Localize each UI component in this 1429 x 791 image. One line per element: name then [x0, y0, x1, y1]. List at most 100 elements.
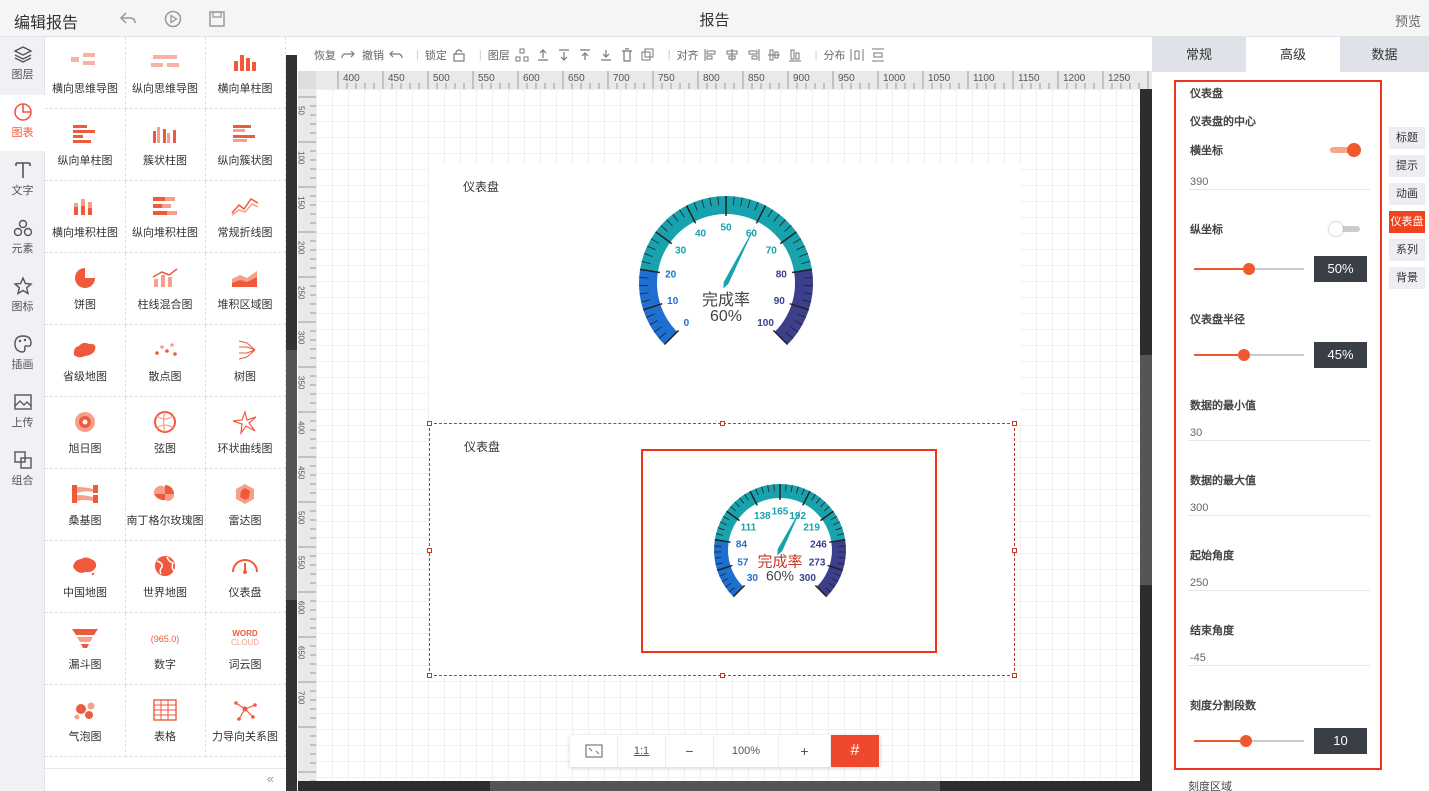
distribute-h-icon[interactable]: [850, 48, 864, 62]
preview-button[interactable]: 预览: [1395, 11, 1421, 30]
sidebar-item-text[interactable]: 文字: [0, 153, 45, 209]
radius-slider[interactable]: [1194, 349, 1304, 361]
x-coordinate-value[interactable]: 390: [1190, 176, 1208, 188]
chart-type-item[interactable]: 纵向堆积柱图: [125, 181, 206, 253]
chart-type-item[interactable]: 旭日图: [45, 397, 126, 469]
align-center-h-icon[interactable]: [725, 48, 739, 62]
chart-type-item[interactable]: 世界地图: [125, 541, 206, 613]
chart-type-item[interactable]: 力导向关系图: [205, 685, 286, 757]
chart-type-item[interactable]: 纵向思维导图: [125, 37, 206, 109]
distribute-v-icon[interactable]: [871, 48, 885, 62]
chart-type-item[interactable]: 堆积区域图: [205, 253, 286, 325]
tab-general[interactable]: 常规: [1152, 37, 1246, 72]
chart-type-item[interactable]: 散点图: [125, 325, 206, 397]
chart-type-item[interactable]: 柱线混合图: [125, 253, 206, 325]
fit-screen-button[interactable]: [570, 735, 618, 767]
resize-handle[interactable]: [427, 421, 432, 426]
design-canvas[interactable]: 仪表盘 0 10 20 30 40 50 60 70 80 90 100 完成率 60% 仪表盘: [316, 89, 1140, 781]
x-coordinate-toggle[interactable]: [1330, 143, 1361, 157]
chart-type-item[interactable]: 桑基图: [45, 469, 126, 541]
zoom-in-button[interactable]: +: [779, 735, 831, 767]
resize-handle[interactable]: [1012, 421, 1017, 426]
resize-handle[interactable]: [720, 421, 725, 426]
chart-type-item[interactable]: 中国地图: [45, 541, 126, 613]
bring-front-icon[interactable]: [578, 48, 592, 62]
y-coordinate-value[interactable]: 50%: [1314, 256, 1367, 282]
actual-size-button[interactable]: 1:1: [618, 735, 666, 767]
collapse-panel[interactable]: «: [45, 768, 286, 791]
align-left-icon[interactable]: [704, 48, 718, 62]
panel-scrollbar-thumb[interactable]: [286, 350, 297, 600]
chart-type-item[interactable]: 南丁格尔玫瑰图: [125, 469, 206, 541]
grid-toggle-button[interactable]: #: [831, 735, 880, 767]
distribute-label[interactable]: 分布: [823, 47, 845, 63]
chart-type-item[interactable]: 树图: [205, 325, 286, 397]
chart-type-item[interactable]: 雷达图: [205, 469, 286, 541]
zoom-out-button[interactable]: −: [666, 735, 714, 767]
sidebar-item-chart[interactable]: 图表: [0, 95, 45, 151]
tab-data[interactable]: 数据: [1340, 37, 1429, 72]
chart-type-item[interactable]: 横向堆积柱图: [45, 181, 126, 253]
chart-type-item[interactable]: 纵向单柱图: [45, 109, 126, 181]
chart-type-item[interactable]: 簇状柱图: [125, 109, 206, 181]
resize-handle[interactable]: [720, 673, 725, 678]
chart-type-item[interactable]: 表格: [125, 685, 206, 757]
end-angle-input[interactable]: -45: [1190, 652, 1206, 664]
undo-label[interactable]: 撤销: [362, 47, 384, 63]
align-middle-icon[interactable]: [767, 48, 781, 62]
chart-type-item[interactable]: 漏斗图: [45, 613, 126, 685]
side-tab-item[interactable]: 背景: [1389, 267, 1425, 289]
chart-type-item[interactable]: 省级地图: [45, 325, 126, 397]
chart-type-item[interactable]: 横向单柱图: [205, 37, 286, 109]
side-tab-item[interactable]: 系列: [1389, 239, 1425, 261]
chart-type-item[interactable]: 纵向簇状图: [205, 109, 286, 181]
sidebar-item-star[interactable]: 图标: [0, 269, 45, 325]
start-angle-input[interactable]: 250: [1190, 577, 1208, 589]
send-back-icon[interactable]: [599, 48, 613, 62]
resize-handle[interactable]: [1012, 673, 1017, 678]
chart-type-item[interactable]: 仪表盘: [205, 541, 286, 613]
canvas-vertical-scrollbar-thumb[interactable]: [1140, 355, 1152, 585]
y-coordinate-toggle[interactable]: [1329, 222, 1360, 236]
layer-label[interactable]: 图层: [488, 47, 510, 63]
redo-icon[interactable]: [341, 48, 355, 62]
max-value-input[interactable]: 300: [1190, 502, 1208, 514]
split-number-slider[interactable]: [1194, 735, 1304, 747]
chart-type-item[interactable]: WORD CLOUD 词云图: [205, 613, 286, 685]
lock-icon[interactable]: [452, 48, 466, 62]
double-chevron-left-icon[interactable]: «: [267, 771, 274, 786]
resize-handle[interactable]: [427, 673, 432, 678]
side-tab-item[interactable]: 动画: [1389, 183, 1425, 205]
side-tab-item[interactable]: 标题: [1389, 127, 1425, 149]
undo-icon[interactable]: [389, 48, 403, 62]
y-coordinate-slider[interactable]: [1194, 263, 1304, 275]
side-tab-item[interactable]: 提示: [1389, 155, 1425, 177]
lock-label[interactable]: 锁定: [425, 47, 447, 63]
sidebar-item-elements[interactable]: 元素: [0, 211, 45, 267]
chart-type-item[interactable]: 常规折线图: [205, 181, 286, 253]
sidebar-item-palette[interactable]: 插画: [0, 327, 45, 383]
chart-type-item[interactable]: 横向思维导图: [45, 37, 126, 109]
sidebar-item-group[interactable]: 组合: [0, 443, 45, 499]
chart-type-item[interactable]: 弦图: [125, 397, 206, 469]
chart-type-item[interactable]: 气泡图: [45, 685, 126, 757]
side-tab-item[interactable]: 仪表盘: [1389, 211, 1425, 233]
resize-handle[interactable]: [427, 548, 432, 553]
align-bottom-icon[interactable]: [788, 48, 802, 62]
delete-icon[interactable]: [620, 48, 634, 62]
align-right-icon[interactable]: [746, 48, 760, 62]
gauge-card-1[interactable]: 仪表盘 0 10 20 30 40 50 60 70 80 90 100 完成率 60%: [429, 164, 1021, 419]
sidebar-item-layers[interactable]: 图层: [0, 37, 45, 93]
min-value-input[interactable]: 30: [1190, 427, 1202, 439]
bring-up-icon[interactable]: [536, 48, 550, 62]
chart-type-item[interactable]: (965.0) 数字: [125, 613, 206, 685]
align-label[interactable]: 对齐: [677, 47, 699, 63]
resize-handle[interactable]: [1012, 548, 1017, 553]
chart-type-item[interactable]: 饼图: [45, 253, 126, 325]
tab-advanced[interactable]: 高级: [1246, 37, 1340, 72]
layer-tree-icon[interactable]: [515, 48, 529, 62]
redo-label[interactable]: 恢复: [314, 47, 336, 63]
canvas-horizontal-scrollbar-thumb[interactable]: [490, 781, 940, 791]
radius-value[interactable]: 45%: [1314, 342, 1367, 368]
split-number-value[interactable]: 10: [1314, 728, 1367, 754]
